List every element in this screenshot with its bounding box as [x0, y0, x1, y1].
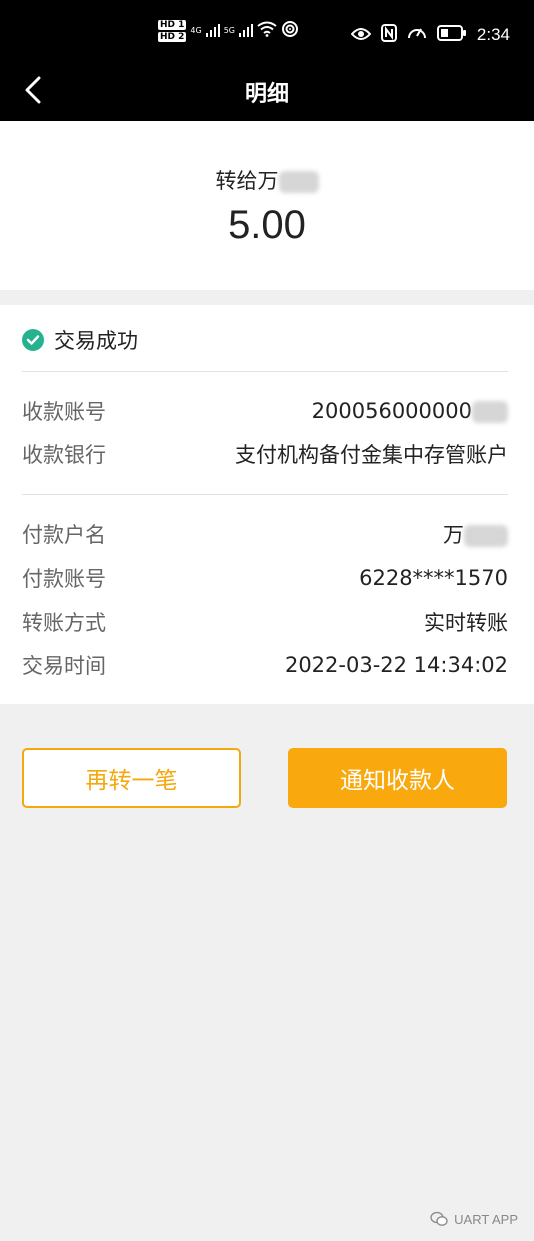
detail-card: 交易成功 收款账号 200056000000 收款银行 支付机构备付金集中存管账…	[0, 305, 534, 704]
row-label: 收款银行	[22, 443, 106, 467]
recipient-label: 转给万	[215, 169, 279, 193]
status-bar-right: 2:34	[350, 24, 510, 46]
row-label: 付款账号	[22, 567, 106, 591]
transaction-status: 交易成功	[22, 325, 138, 355]
row-value: 6228****1570	[359, 566, 508, 590]
page-title: 明细	[244, 82, 289, 107]
network-type-2: 5G	[223, 26, 235, 35]
row-value: 2022-03-22 14:34:02	[284, 653, 508, 677]
redacted-mask	[278, 171, 319, 193]
detail-row: 收款账号 200056000000	[22, 394, 508, 428]
watermark-text: UART APP	[454, 1211, 518, 1227]
nav-bar: 明细	[0, 60, 534, 121]
nfc-icon	[380, 24, 397, 46]
watermark: UART APP	[430, 1211, 518, 1227]
detail-row: 付款户名 万	[22, 517, 508, 551]
network-type-1: 4G	[190, 26, 202, 35]
row-label: 收款账号	[22, 400, 106, 424]
detail-row: 付款账号 6228****1570	[22, 561, 508, 595]
row-label: 交易时间	[22, 654, 106, 678]
row-value: 200056000000	[312, 399, 508, 423]
hd1-badge: HD 1	[158, 20, 187, 30]
row-value: 实时转账	[424, 611, 508, 635]
transfer-again-button[interactable]: 再转一笔	[22, 748, 241, 808]
row-label: 转账方式	[22, 611, 106, 635]
detail-row: 交易时间 2022-03-22 14:34:02	[22, 648, 508, 682]
detail-row: 转账方式 实时转账	[22, 605, 508, 639]
status-bar: HD 1 HD 2 4G 5G 2:34	[0, 0, 534, 60]
hotspot-icon	[281, 20, 299, 42]
row-value: 万	[443, 519, 508, 549]
amount-card: 转给万 5.00	[0, 121, 534, 290]
wechat-icon	[430, 1211, 448, 1226]
eye-icon	[350, 26, 372, 45]
notify-payee-button[interactable]: 通知收款人	[288, 748, 507, 808]
hd-indicators: HD 1 HD 2	[158, 20, 187, 42]
divider	[22, 494, 508, 495]
row-value: 支付机构备付金集中存管账户	[235, 443, 508, 467]
recipient-line: 转给万	[0, 165, 534, 195]
check-circle-icon	[22, 329, 44, 351]
speed-icon	[407, 24, 427, 46]
transfer-amount: 5.00	[228, 203, 306, 247]
detail-row: 收款银行 支付机构备付金集中存管账户	[22, 437, 508, 471]
redacted-mask	[472, 401, 508, 423]
wifi-icon	[257, 21, 277, 41]
payee-account-value: 200056000000	[311, 399, 472, 423]
payer-name-value: 万	[443, 523, 464, 547]
divider	[22, 371, 508, 372]
battery-icon	[436, 25, 467, 45]
row-label: 付款户名	[22, 523, 106, 547]
status-time: 2:34	[476, 25, 510, 44]
signal-icon	[239, 22, 253, 41]
status-bar-left: HD 1 HD 2 4G 5G	[158, 20, 299, 42]
hd2-badge: HD 2	[158, 32, 187, 42]
signal-icon	[205, 22, 220, 41]
redacted-mask	[464, 525, 508, 547]
status-text: 交易成功	[54, 329, 138, 353]
